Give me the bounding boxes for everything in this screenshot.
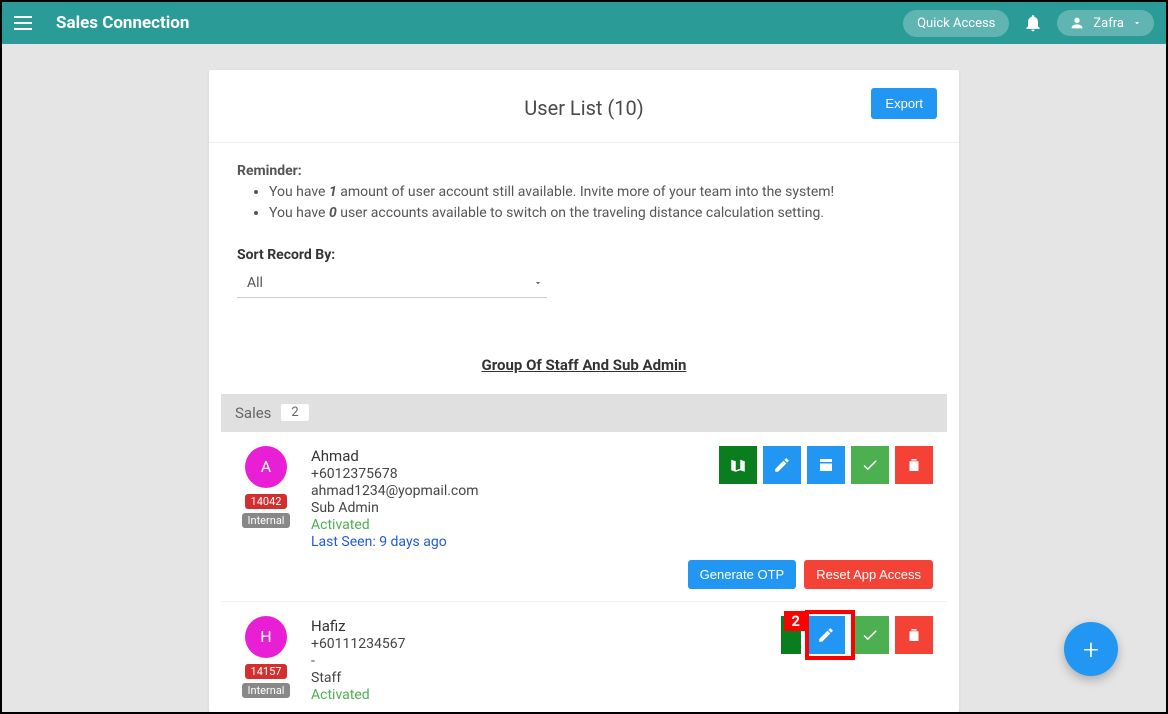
card-button[interactable] bbox=[807, 446, 845, 484]
trash-icon bbox=[905, 456, 923, 474]
user-role: Sub Admin bbox=[311, 500, 933, 516]
avatar: A bbox=[245, 446, 287, 488]
confirm-button[interactable] bbox=[851, 616, 889, 654]
reminder-label: Reminder: bbox=[237, 163, 931, 179]
user-status: Activated bbox=[311, 517, 933, 533]
group-title: Group Of Staff And Sub Admin bbox=[209, 356, 959, 374]
reset-app-access-button[interactable]: Reset App Access bbox=[804, 560, 933, 589]
chevron-down-icon bbox=[1132, 18, 1142, 28]
sort-block: Sort Record By: All bbox=[209, 237, 959, 312]
highlight-number: 2 bbox=[784, 611, 807, 631]
sort-select[interactable]: All bbox=[237, 269, 547, 298]
user-last-seen: Last Seen: 9 days ago bbox=[311, 534, 933, 550]
generate-otp-button[interactable]: Generate OTP bbox=[688, 560, 797, 589]
page-title: User List (10) bbox=[239, 96, 929, 120]
check-icon bbox=[861, 456, 879, 474]
sort-label: Sort Record By: bbox=[237, 247, 931, 263]
map-button[interactable] bbox=[719, 446, 757, 484]
reminder-line-2: You have 0 user accounts available to sw… bbox=[269, 204, 931, 223]
dropdown-caret-icon bbox=[533, 278, 543, 288]
group-bar: Sales 2 bbox=[221, 394, 947, 432]
delete-button[interactable] bbox=[895, 446, 933, 484]
avatar: H bbox=[245, 616, 287, 658]
user-row: A 14042 Internal Ahmad +6012375678 ahmad… bbox=[221, 432, 947, 602]
delete-button[interactable] bbox=[895, 616, 933, 654]
content-area: User List (10) Export Reminder: You have… bbox=[2, 44, 1166, 712]
group-label: Sales bbox=[235, 404, 271, 422]
user-row: H 14157 Internal Hafiz +60111234567 - St… bbox=[221, 602, 947, 712]
pencil-icon bbox=[773, 456, 791, 474]
card-icon bbox=[817, 456, 835, 474]
trash-icon bbox=[905, 626, 923, 644]
id-badge: 14042 bbox=[245, 494, 288, 509]
user-status: Activated bbox=[311, 687, 933, 703]
reminder-line-1: You have 1 amount of user account still … bbox=[269, 183, 931, 202]
user-list-card: User List (10) Export Reminder: You have… bbox=[209, 70, 959, 712]
id-badge: 14157 bbox=[245, 664, 288, 679]
user-icon bbox=[1069, 15, 1085, 31]
add-fab[interactable]: + bbox=[1064, 622, 1118, 676]
check-icon bbox=[861, 626, 879, 644]
reminder-block: Reminder: You have 1 amount of user acco… bbox=[209, 143, 959, 237]
bell-icon[interactable] bbox=[1023, 13, 1043, 33]
user-name: Zafra bbox=[1093, 16, 1124, 31]
user-list: Sales 2 A 14042 Internal Ahmad +60123756… bbox=[209, 394, 959, 712]
user-menu[interactable]: Zafra bbox=[1057, 10, 1154, 36]
highlight-box bbox=[805, 610, 855, 660]
user-email: ahmad1234@yopmail.com bbox=[311, 483, 933, 499]
app-header: Sales Connection Quick Access Zafra bbox=[2, 2, 1166, 44]
menu-icon[interactable] bbox=[14, 11, 38, 35]
group-count: 2 bbox=[281, 404, 308, 421]
plus-icon: + bbox=[1083, 633, 1099, 666]
app-title: Sales Connection bbox=[56, 13, 189, 33]
tag-badge: Internal bbox=[242, 683, 291, 698]
user-role: Staff bbox=[311, 670, 933, 686]
export-button[interactable]: Export bbox=[871, 88, 937, 119]
confirm-button[interactable] bbox=[851, 446, 889, 484]
quick-access-button[interactable]: Quick Access bbox=[903, 10, 1009, 37]
sort-value: All bbox=[247, 275, 263, 291]
tag-badge: Internal bbox=[242, 513, 291, 528]
edit-button[interactable] bbox=[763, 446, 801, 484]
map-icon bbox=[729, 456, 747, 474]
